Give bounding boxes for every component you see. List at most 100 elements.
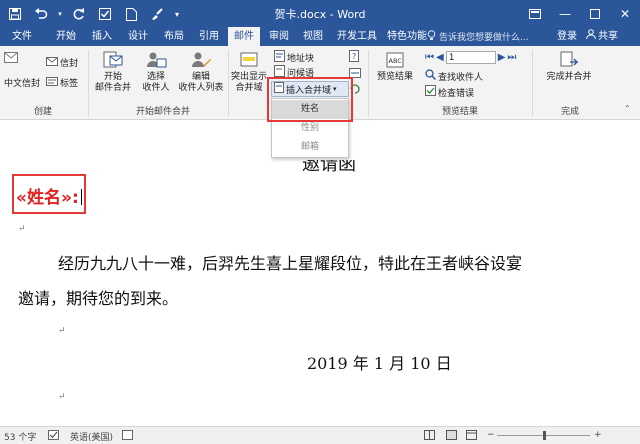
first-record-icon[interactable]: ⏮ (425, 52, 434, 63)
highlight-icon (238, 50, 260, 70)
edit-label-2: 收件人列表 (178, 83, 224, 93)
minimize-icon[interactable]: — (550, 0, 580, 27)
envelope-small-icon (46, 56, 58, 69)
tab-references[interactable]: 引用 (195, 27, 223, 46)
tab-design[interactable]: 设计 (124, 27, 152, 46)
envelope-button[interactable]: 信封 (46, 56, 78, 69)
share-button[interactable]: 共享 (586, 27, 618, 46)
merge-field-text: «姓名»: (16, 188, 79, 208)
label-icon (46, 76, 58, 89)
tab-review[interactable]: 审阅 (265, 27, 293, 46)
address-block-label: 地址块 (287, 54, 315, 64)
tab-view[interactable]: 视图 (299, 27, 327, 46)
window-controls: — ✕ (520, 0, 640, 27)
edit-label-1: 编辑 (191, 72, 210, 82)
tab-insert[interactable]: 插入 (88, 27, 116, 46)
select-label-2: 收件人 (142, 83, 170, 93)
find-recipient-label: 查找收件人 (438, 72, 484, 83)
dropdown-item-email[interactable]: 邮箱 (272, 138, 348, 157)
login-link[interactable]: 登录 (557, 27, 577, 46)
title-bar: ▾ ▾ 贺卡.docx - Word — ✕ (0, 0, 640, 27)
check-errors-label: 检查错误 (438, 88, 475, 99)
check-errors-icon (425, 85, 436, 99)
find-recipient-button[interactable]: 查找收件人 (425, 69, 483, 83)
word-count[interactable]: 53 个字 (4, 430, 36, 443)
start-mail-merge-button[interactable]: 开始 邮件合并 (90, 50, 136, 94)
record-navigation: ⏮ ◀ 1 ▶ ⏭ (425, 51, 516, 64)
group-finish-label: 完成 (560, 107, 579, 117)
address-block-button[interactable]: 地址块 (274, 50, 314, 65)
close-icon[interactable]: ✕ (610, 0, 640, 27)
edit-recipient-list-button[interactable]: 编辑 收件人列表 (176, 50, 226, 94)
tab-developer[interactable]: 开发工具 (334, 27, 380, 46)
envelope-icon (4, 52, 18, 66)
insert-field-highlight (267, 77, 353, 122)
finish-merge-icon (558, 50, 580, 70)
check-errors-button[interactable]: 检查错误 (425, 85, 474, 99)
labels-button[interactable]: 标签 (46, 76, 78, 89)
zoom-out-icon[interactable]: − (487, 430, 495, 440)
start-merge-label-1: 开始 (103, 72, 122, 82)
envelope-label: 信封 (60, 59, 79, 69)
select-label-1: 选择 (146, 72, 165, 82)
group-preview-label: 预览结果 (441, 107, 478, 117)
tab-features[interactable]: 特色功能 (384, 27, 430, 46)
paragraph-mark: ↵ (18, 224, 26, 234)
date-line: 2019 年 1 月 10 日 (307, 354, 452, 373)
preview-results-label: 预览结果 (376, 72, 413, 82)
preview-results-button[interactable]: ABC 预览结果 (372, 50, 418, 83)
last-record-icon[interactable]: ⏭ (507, 52, 516, 63)
group-start-merge-label: 开始邮件合并 (135, 107, 190, 117)
record-input[interactable]: 1 (445, 51, 496, 64)
finish-merge-label: 完成并合并 (546, 72, 592, 82)
language[interactable]: 英语(美国) (70, 430, 113, 443)
merge-field-name[interactable]: «姓名»: (16, 183, 82, 208)
tab-layout[interactable]: 布局 (160, 27, 188, 46)
search-icon (425, 69, 437, 83)
ribbon-display-icon[interactable] (520, 0, 550, 27)
tell-me-box[interactable]: 告诉我您想要做什么... (427, 29, 529, 44)
chinese-envelope-button[interactable] (4, 52, 18, 66)
zoom-slider-thumb[interactable] (543, 431, 546, 440)
share-label: 共享 (598, 31, 618, 42)
divider (532, 50, 533, 116)
collapse-ribbon-icon[interactable]: ⌃ (624, 104, 631, 113)
track-changes-icon[interactable] (122, 430, 133, 443)
divider (88, 50, 89, 116)
paragraph-mark: ↵ (58, 392, 66, 402)
svg-text:?: ? (352, 52, 356, 61)
svg-text:ABC: ABC (389, 57, 403, 65)
highlight-merge-fields-button[interactable]: 突出显示 合并域 (229, 50, 269, 94)
previous-record-icon[interactable]: ◀ (436, 52, 444, 63)
zoom-in-icon[interactable]: + (594, 430, 602, 440)
body-line-2: 邀请，期待您的到来。 (18, 289, 179, 308)
paragraph-mark: ↵ (58, 326, 66, 336)
rules-icon: ? (349, 50, 361, 65)
rules-button[interactable]: ? (349, 50, 361, 65)
chinese-envelope-label[interactable]: 中文信封 (4, 76, 40, 89)
status-bar: 53 个字 英语(美国) − + (0, 426, 640, 444)
tab-file[interactable]: 文件 (8, 27, 36, 46)
group-create-label: 创建 (33, 107, 52, 117)
highlight-label-1: 突出显示 (230, 72, 267, 82)
print-layout-icon[interactable] (446, 430, 457, 443)
ribbon-tabs: 文件 开始 插入 设计 布局 引用 邮件 审阅 视图 开发工具 特色功能 告诉我… (0, 27, 640, 46)
tell-me-text: 告诉我您想要做什么... (439, 33, 529, 43)
address-block-icon (274, 50, 285, 65)
web-layout-icon[interactable] (466, 430, 477, 443)
labels-label: 标签 (60, 79, 79, 89)
maximize-icon[interactable] (580, 0, 610, 27)
highlight-label-2: 合并域 (235, 83, 263, 93)
text-cursor (80, 189, 82, 205)
read-mode-icon[interactable] (424, 430, 435, 443)
finish-merge-button[interactable]: 完成并合并 (534, 50, 604, 83)
next-record-icon[interactable]: ▶ (498, 52, 506, 63)
body-line-1: 经历九九八十一难，后羿先生喜上星耀段位，特此在王者峡谷设宴 (58, 254, 523, 273)
select-recipients-button[interactable]: 选择 收件人 (136, 50, 176, 94)
mail-merge-icon (102, 50, 124, 70)
tab-home[interactable]: 开始 (52, 27, 80, 46)
tab-mailings[interactable]: 邮件 (228, 27, 260, 46)
start-merge-label-2: 邮件合并 (94, 83, 131, 93)
divider (368, 50, 369, 116)
proofing-icon[interactable] (48, 430, 59, 443)
